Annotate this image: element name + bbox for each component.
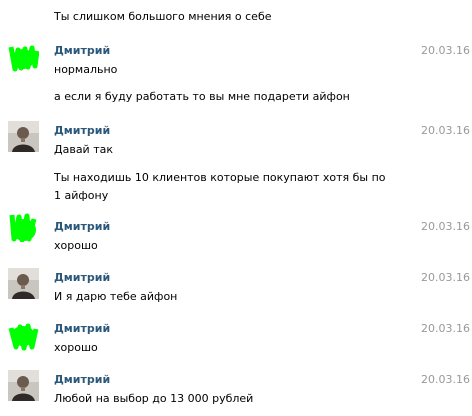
message-history: Ты слишком большого мнения о себе Дмитри… — [0, 0, 472, 416]
message-date[interactable]: 20.03.16 — [421, 373, 470, 386]
green-scribble-icon — [8, 45, 39, 72]
user-photo-icon — [8, 370, 39, 401]
user-photo-icon — [8, 268, 39, 299]
user-photo-icon — [8, 121, 39, 152]
sender-name[interactable]: Дмитрий — [54, 322, 110, 335]
message-date[interactable]: 20.03.16 — [421, 322, 470, 335]
sender-name[interactable]: Дмитрий — [54, 271, 110, 284]
message-date[interactable]: 20.03.16 — [421, 271, 470, 284]
message-text: Ты слишком большого мнения о себе — [54, 10, 272, 23]
message-text: нормально — [54, 63, 118, 76]
message-date[interactable]: 20.03.16 — [421, 44, 470, 57]
sender-name[interactable]: Дмитрий — [54, 44, 110, 57]
message-text: Любой на выбор до 13 000 рублей — [54, 392, 254, 405]
message-text: хорошо — [54, 239, 98, 252]
message-date[interactable]: 20.03.16 — [421, 220, 470, 233]
avatar-scribbled[interactable] — [8, 320, 39, 351]
green-scribble-icon — [8, 323, 39, 351]
message-text: а если я буду работать то вы мне подарет… — [54, 90, 350, 103]
message-text: хорошо — [54, 341, 98, 354]
message-text: И я дарю тебе айфон — [54, 290, 178, 303]
avatar-photo[interactable] — [8, 370, 39, 401]
message-text: Давай так — [54, 143, 113, 156]
message-text: Ты находишь 10 клиентов которые покупают… — [54, 171, 386, 202]
avatar-photo[interactable] — [8, 268, 39, 299]
green-scribble-icon — [9, 213, 37, 242]
sender-name[interactable]: Дмитрий — [54, 124, 110, 137]
message-date[interactable]: 20.03.16 — [421, 124, 470, 137]
sender-name[interactable]: Дмитрий — [54, 220, 110, 233]
avatar-scribbled[interactable] — [8, 41, 39, 72]
avatar-photo[interactable] — [8, 121, 39, 152]
avatar-scribbled[interactable] — [8, 211, 39, 242]
sender-name[interactable]: Дмитрий — [54, 373, 110, 386]
